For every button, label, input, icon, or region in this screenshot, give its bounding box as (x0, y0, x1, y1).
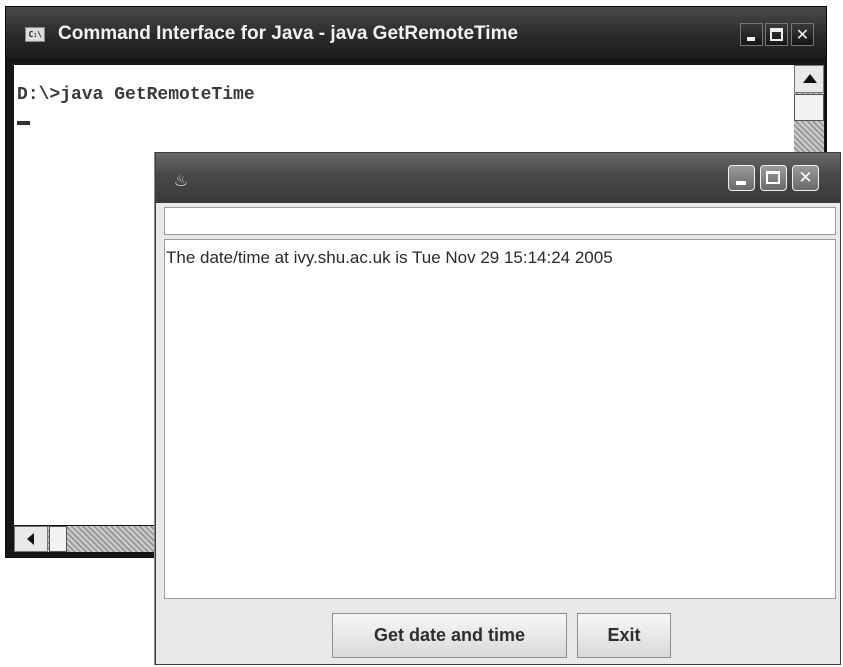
java-title-bar[interactable]: ♨ (156, 153, 840, 203)
console-icon[interactable]: C:\ (25, 27, 45, 42)
cmd-cursor (17, 121, 30, 125)
output-text: The date/time at ivy.shu.ac.uk is Tue No… (166, 248, 613, 267)
scroll-up-arrow-icon[interactable] (794, 65, 824, 93)
java-cup-icon[interactable]: ♨ (170, 170, 192, 192)
cmd-title-bar[interactable]: C:\ Command Interface for Java - java Ge… (6, 7, 826, 57)
cmd-minimize-button[interactable] (740, 23, 763, 46)
java-maximize-button[interactable] (760, 165, 787, 191)
get-date-time-button[interactable]: Get date and time (332, 613, 567, 658)
cmd-window-title: Command Interface for Java - java GetRem… (58, 23, 519, 44)
cmd-command-line: D:\>java GetRemoteTime (17, 85, 255, 105)
java-close-button[interactable] (792, 165, 819, 191)
host-input-field[interactable] (164, 207, 836, 235)
java-app-window: ♨ The date/time at ivy.shu.ac.uk is Tue … (155, 152, 841, 665)
java-minimize-button[interactable] (728, 165, 755, 191)
horizontal-scroll-thumb[interactable] (49, 526, 67, 552)
scroll-left-arrow-icon[interactable] (14, 526, 48, 552)
exit-button[interactable]: Exit (577, 613, 671, 658)
cmd-close-button[interactable] (791, 23, 814, 46)
output-text-area[interactable]: The date/time at ivy.shu.ac.uk is Tue No… (164, 239, 836, 599)
cmd-maximize-button[interactable] (765, 23, 788, 46)
vertical-scroll-thumb[interactable] (794, 94, 824, 121)
